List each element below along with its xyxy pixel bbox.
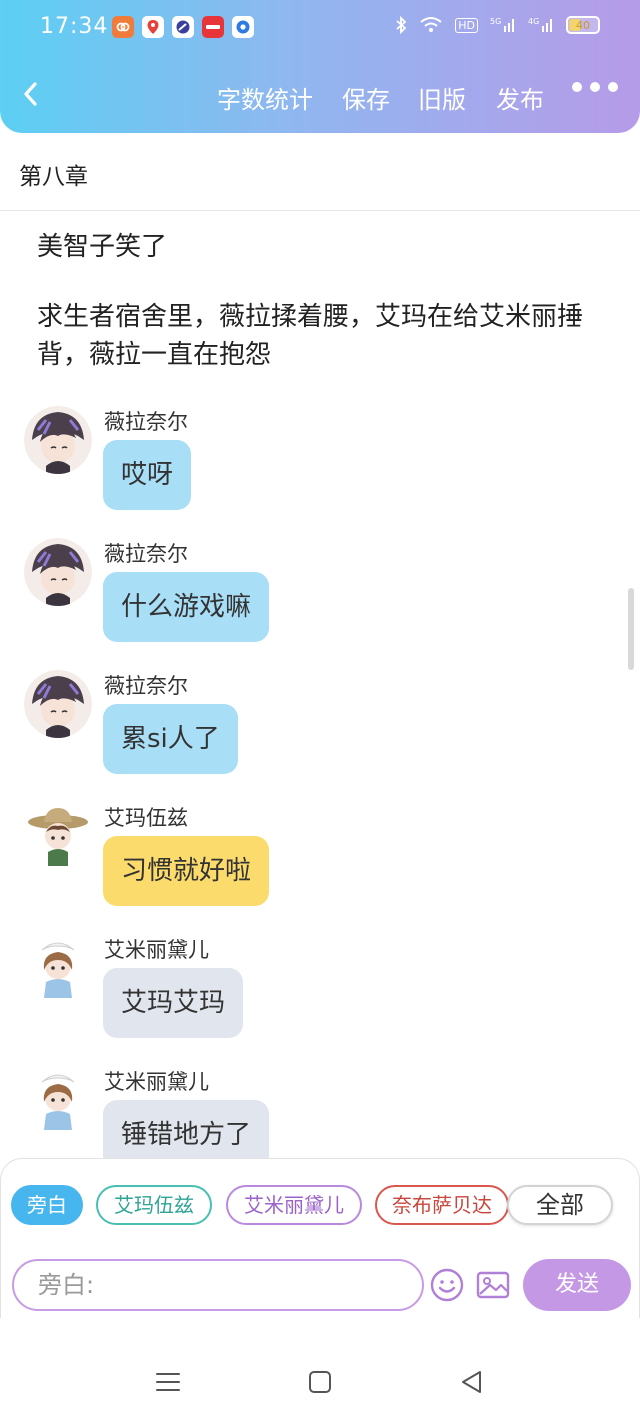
home-button[interactable] bbox=[306, 1368, 334, 1396]
sender-name: 薇拉奈尔 bbox=[104, 674, 188, 698]
chat-message[interactable]: 艾玛伍兹 习惯就好啦 bbox=[0, 802, 640, 922]
battery-level: 40 bbox=[576, 18, 590, 32]
sender-name: 艾米丽黛儿 bbox=[104, 1070, 209, 1094]
more-button[interactable] bbox=[572, 82, 618, 92]
character-chip-emma[interactable]: 艾玛伍兹 bbox=[96, 1185, 212, 1225]
message-input[interactable] bbox=[12, 1259, 424, 1311]
message-bubble[interactable]: 累si人了 bbox=[103, 704, 238, 774]
avatar[interactable] bbox=[24, 670, 92, 738]
wifi-icon bbox=[420, 17, 442, 32]
narration-text[interactable]: 求生者宿舍里，薇拉揉着腰，艾玛在给艾米丽捶背，薇拉一直在抱怨 bbox=[37, 298, 617, 374]
chapter-title: 第八章 bbox=[19, 164, 88, 190]
shop-notification-icon bbox=[202, 16, 224, 38]
publish-button[interactable]: 发布 bbox=[496, 80, 544, 115]
avatar[interactable] bbox=[24, 802, 92, 870]
message-bubble[interactable]: 哎呀 bbox=[103, 440, 192, 510]
avatar[interactable] bbox=[24, 406, 92, 474]
browser-notification-icon bbox=[172, 16, 194, 38]
composer-row: 发送 bbox=[1, 1259, 640, 1313]
character-selector: 旁白 艾玛伍兹 艾米丽黛儿 奈布萨贝达 全部 bbox=[11, 1185, 631, 1227]
chapter-header[interactable]: 第八章 bbox=[0, 133, 640, 211]
image-icon bbox=[476, 1271, 510, 1299]
menu-icon bbox=[156, 1373, 180, 1391]
avatar[interactable] bbox=[24, 1066, 92, 1134]
all-characters-button[interactable]: 全部 bbox=[507, 1185, 613, 1225]
sender-name: 薇拉奈尔 bbox=[104, 542, 188, 566]
sender-name: 薇拉奈尔 bbox=[104, 410, 188, 434]
emoji-icon bbox=[430, 1268, 464, 1302]
back-triangle-icon bbox=[462, 1371, 481, 1393]
character-chip-narrator[interactable]: 旁白 bbox=[11, 1185, 83, 1225]
narration-text[interactable]: 美智子笑了 bbox=[37, 228, 617, 266]
message-bubble[interactable]: 艾玛艾玛 bbox=[103, 968, 244, 1038]
menu-button[interactable] bbox=[154, 1368, 182, 1396]
app-notification-icon bbox=[112, 16, 134, 38]
character-chip-naib[interactable]: 奈布萨贝达 bbox=[375, 1185, 509, 1225]
system-nav-bar bbox=[0, 1340, 640, 1422]
header: 17:34 HD 5G 4G 40 字数统计 保存 旧版 发布 bbox=[0, 0, 640, 133]
save-button[interactable]: 保存 bbox=[342, 80, 390, 115]
image-button[interactable] bbox=[475, 1267, 511, 1303]
old-version-button[interactable]: 旧版 bbox=[418, 80, 466, 115]
back-button[interactable] bbox=[22, 76, 50, 112]
send-button[interactable]: 发送 bbox=[523, 1259, 631, 1311]
sender-name: 艾玛伍兹 bbox=[104, 806, 188, 830]
svg-text:5G: 5G bbox=[490, 17, 501, 26]
chat-message[interactable]: 薇拉奈尔 什么游戏嘛 bbox=[0, 538, 640, 658]
top-toolbar: 字数统计 保存 旧版 发布 bbox=[0, 70, 640, 120]
bluetooth-icon bbox=[396, 16, 407, 34]
composer-panel: 旁白 艾玛伍兹 艾米丽黛儿 奈布萨贝达 全部 发送 bbox=[0, 1158, 640, 1318]
svg-text:4G: 4G bbox=[528, 17, 539, 26]
battery-indicator: 40 bbox=[566, 16, 600, 34]
signal-4g-icon: 4G bbox=[528, 17, 552, 32]
system-icons: HD 5G 4G 40 bbox=[395, 16, 600, 34]
map-notification-icon bbox=[142, 16, 164, 38]
more-icon bbox=[572, 82, 582, 92]
system-back-button[interactable] bbox=[458, 1368, 486, 1396]
avatar[interactable] bbox=[24, 934, 92, 1002]
back-icon bbox=[24, 82, 37, 106]
message-bubble[interactable]: 习惯就好啦 bbox=[103, 836, 270, 906]
status-bar: 17:34 HD 5G 4G 40 bbox=[0, 0, 640, 58]
signal-5g-icon: 5G bbox=[490, 17, 514, 32]
avatar[interactable] bbox=[24, 538, 92, 606]
hd-badge: HD bbox=[455, 17, 478, 33]
message-bubble[interactable]: 什么游戏嘛 bbox=[103, 572, 270, 642]
scrollbar[interactable] bbox=[628, 588, 634, 670]
sender-name: 艾米丽黛儿 bbox=[104, 938, 209, 962]
message-notification-icon bbox=[232, 16, 254, 38]
chat-message[interactable]: 艾米丽黛儿 艾玛艾玛 bbox=[0, 934, 640, 1054]
notification-icons bbox=[112, 16, 254, 38]
emoji-button[interactable] bbox=[429, 1267, 465, 1303]
chat-message[interactable]: 薇拉奈尔 哎呀 bbox=[0, 406, 640, 526]
status-time: 17:34 bbox=[40, 14, 109, 39]
home-icon bbox=[309, 1371, 331, 1393]
word-count-button[interactable]: 字数统计 bbox=[217, 80, 313, 115]
chat-message[interactable]: 薇拉奈尔 累si人了 bbox=[0, 670, 640, 790]
character-chip-emily[interactable]: 艾米丽黛儿 bbox=[226, 1185, 362, 1225]
